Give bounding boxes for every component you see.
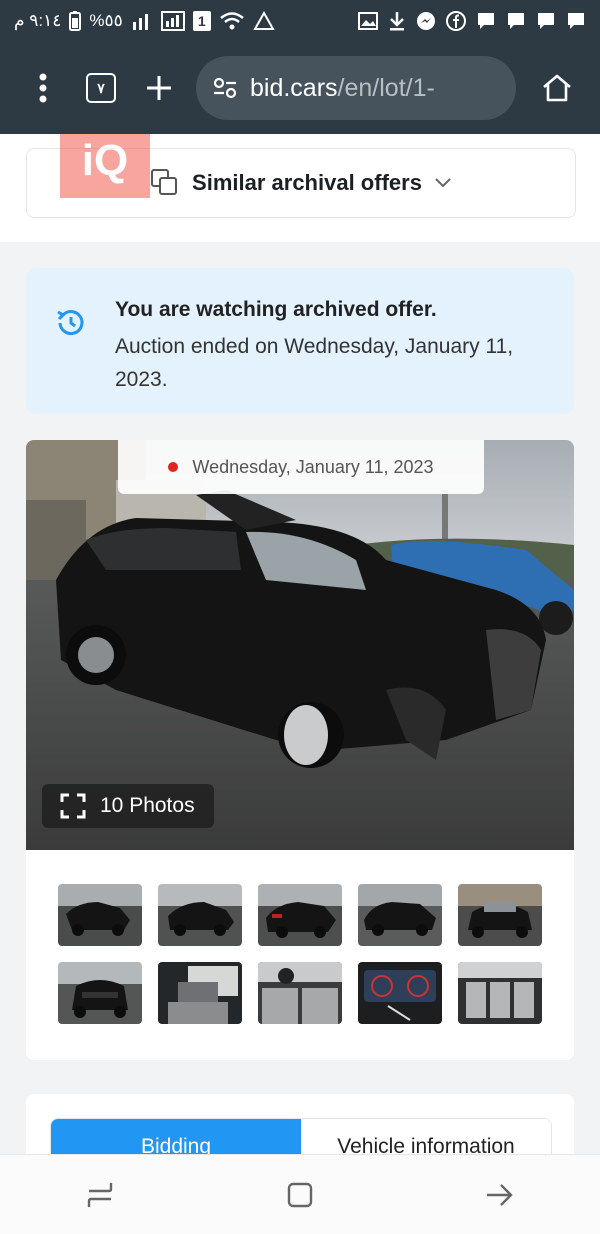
tab-count: ٧ [86, 73, 116, 103]
thumbnail[interactable] [458, 884, 542, 946]
notice-title: You are watching archived offer. [115, 298, 437, 321]
live-dot-icon [168, 462, 179, 472]
chat-icon-2 [508, 13, 524, 29]
thumbnail[interactable] [358, 884, 442, 946]
signal-icon-2 [160, 11, 185, 31]
recycle-icon [253, 11, 275, 30]
recent-apps-button[interactable] [70, 1165, 130, 1225]
photo-gallery: Wednesday, January 11, 2023 10 Photos [26, 440, 574, 1060]
wifi-icon [219, 12, 244, 30]
address-bar[interactable]: bid.cars/en/lot/1- [196, 56, 516, 120]
messenger-icon [417, 12, 435, 30]
watermark-logo: iQ [60, 134, 150, 198]
thumbnail-grid [58, 884, 542, 1024]
top-section: Similar archival offers iQ [0, 134, 600, 242]
thumbnail[interactable] [158, 962, 242, 1024]
fullscreen-icon [60, 793, 86, 819]
site-settings-icon[interactable] [212, 77, 238, 99]
copy-icon [151, 169, 178, 195]
details-tabs: Bidding Vehicle information [50, 1118, 552, 1154]
details-tabs-card: Bidding Vehicle information [26, 1094, 574, 1154]
home-nav-button[interactable] [270, 1165, 330, 1225]
tab-bidding[interactable]: Bidding [51, 1119, 301, 1154]
notice-body: Auction ended on Wednesday, January 11, … [115, 335, 514, 391]
facebook-icon [446, 11, 466, 31]
tab-vehicle-information[interactable]: Vehicle information [301, 1119, 551, 1154]
thumbnail[interactable] [458, 962, 542, 1024]
recent-apps-icon [87, 1182, 113, 1207]
thumbnail[interactable] [158, 884, 242, 946]
battery-percent: %٥٥ [89, 11, 123, 30]
gallery-notification-icon [358, 12, 378, 30]
browser-toolbar: ٧ bid.cars/en/lot/1- [0, 42, 600, 134]
arrow-right-icon [487, 1183, 513, 1206]
thumbnail[interactable] [58, 962, 142, 1024]
system-navigation-bar [0, 1154, 600, 1234]
history-icon [57, 310, 84, 336]
thumbnail[interactable] [358, 962, 442, 1024]
chevron-down-icon [435, 178, 451, 188]
home-square-icon [287, 1182, 313, 1207]
web-page: Similar archival offers iQ You are watch… [0, 134, 600, 1154]
auction-date: Wednesday, January 11, 2023 [192, 456, 434, 477]
photos-count-button[interactable]: 10 Photos [42, 784, 214, 828]
plus-icon [147, 76, 171, 100]
url-host: bid.cars [250, 73, 338, 102]
thumbnail[interactable] [58, 884, 142, 946]
more-vert-icon [39, 73, 47, 103]
download-icon [390, 12, 404, 31]
back-button[interactable] [470, 1165, 530, 1225]
home-button[interactable] [528, 59, 586, 117]
status-bar: ٩:١٤ م %٥٥ 1 [0, 0, 600, 42]
sim-badge: 1 [192, 11, 211, 31]
clock: ٩:١٤ م [14, 11, 62, 30]
chat-icon-1 [478, 13, 494, 29]
photos-count-label: 10 Photos [100, 794, 195, 817]
tab-switcher-button[interactable]: ٧ [72, 59, 130, 117]
archived-notice: You are watching archived offer. Auction… [26, 268, 574, 414]
chat-icon-4 [568, 13, 584, 29]
home-icon [543, 74, 571, 102]
more-menu-button[interactable] [14, 59, 72, 117]
auction-date-pill: Wednesday, January 11, 2023 [118, 440, 484, 494]
chat-icon-3 [538, 13, 554, 29]
new-tab-button[interactable] [130, 59, 188, 117]
battery-icon [69, 11, 82, 31]
thumbnail[interactable] [258, 962, 342, 1024]
similar-offers-label: Similar archival offers [192, 170, 422, 195]
signal-icon [132, 14, 148, 30]
url-path: /en/lot/1- [337, 73, 435, 102]
thumbnail[interactable] [258, 884, 342, 946]
